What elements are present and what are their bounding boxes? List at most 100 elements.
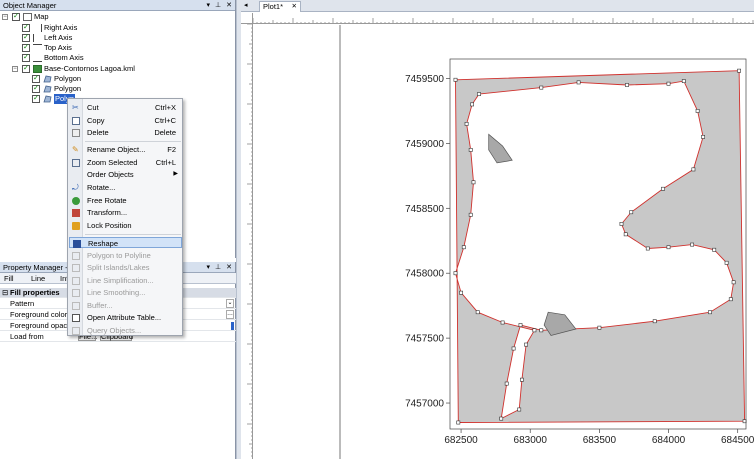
vertex-handle[interactable] [464,122,469,126]
tree-item-bottom-axis[interactable]: Bottom Axis [2,52,232,63]
collapse-icon[interactable]: ⊟ [2,288,8,298]
menu-item-polygon-to-polyline[interactable]: Polygon to Polyline [69,250,182,261]
vertex-handle[interactable] [468,148,473,152]
vertex-handle[interactable] [652,319,657,324]
left-axis-checkbox[interactable] [22,32,30,42]
vertex-handle[interactable] [539,85,544,90]
more-icon[interactable]: … [226,310,234,319]
island-polygon-1[interactable] [488,133,513,164]
menu-item-zoom-selected[interactable]: Zoom Selected Ctrl+L [69,157,182,168]
vertex-handle[interactable] [519,377,524,382]
menu-item-order-objects[interactable]: Order Objects ▶ [69,169,182,180]
menu-item-buffer[interactable]: Buffer... [69,300,182,311]
vertex-handle[interactable] [691,167,696,172]
selected-polygon[interactable] [455,70,746,423]
close-icon[interactable]: ✕ [226,0,232,11]
plot-canvas[interactable]: 682500 683000 683500 684000 684500 7459500 745… [254,25,754,459]
vertex-handle[interactable] [453,77,458,82]
vertex-handle[interactable] [666,81,671,86]
vertex-handle[interactable] [724,260,729,265]
collapse-icon[interactable]: − [12,66,18,72]
menu-item-transform[interactable]: Transform... [69,207,182,218]
vertex-handle[interactable] [701,135,706,139]
menu-item-line-simplification[interactable]: Line Simplification... [69,275,182,286]
vertex-handle[interactable] [518,323,523,328]
vertex-handle[interactable] [468,212,473,217]
polygon-checkbox[interactable] [32,83,40,93]
vertex-handle[interactable] [597,325,602,330]
vertex-handle[interactable] [661,186,665,191]
tree-item-top-axis[interactable]: Top Axis [2,42,232,53]
vertex-handle[interactable] [511,346,516,351]
menu-item-copy[interactable]: Copy Ctrl+C [69,115,182,126]
vertex-handle[interactable] [576,80,581,85]
menu-item-reshape[interactable]: Reshape [69,237,182,248]
vertex-handle[interactable] [539,328,544,333]
vertex-handle[interactable] [645,246,650,251]
tab-plot1[interactable]: Plot1* ✕ [259,1,301,12]
vertex-handle[interactable] [461,245,466,250]
x-tick-label: 682500 [444,435,478,446]
vertex-handle[interactable] [504,381,509,386]
vertex-handle[interactable] [708,310,712,315]
vertex-handle[interactable] [477,92,481,97]
top-axis-checkbox[interactable] [22,42,30,52]
vertex-handle[interactable] [629,210,634,215]
vertex-handle[interactable] [619,222,624,226]
right-axis-checkbox[interactable] [22,22,30,32]
menu-item-free-rotate[interactable]: Free Rotate [69,195,182,206]
tree-item-left-axis[interactable]: Left Axis [2,32,232,43]
vertex-handle[interactable] [737,68,742,73]
vertex-handle[interactable] [690,242,695,247]
vertex-handle[interactable] [666,245,671,250]
menu-item-rotate[interactable]: ⤾ Rotate... [69,182,182,193]
menu-item-delete[interactable]: Delete Delete [69,127,182,138]
panel-dropdown-icon[interactable]: ▾ [207,0,211,11]
panel-dropdown-icon[interactable]: ▾ [207,262,211,273]
vertex-handle[interactable] [459,290,464,295]
vertex-handle[interactable] [731,280,736,285]
vertex-handle[interactable] [453,271,458,276]
tree-item-map[interactable]: − Map [2,11,232,22]
polygon-checkbox[interactable] [32,73,40,83]
vertex-handle[interactable] [470,102,475,107]
tab-fill[interactable]: Fill [4,274,14,283]
vertex-handle[interactable] [475,310,480,315]
vertex-handle[interactable] [532,328,537,333]
dropdown-icon[interactable]: ⌄ [226,299,234,308]
vertex-handle[interactable] [499,416,504,421]
menu-item-split-islands[interactable]: Split Islands/Lakes [69,262,182,273]
opacity-slider-thumb[interactable] [231,322,234,330]
pin-icon[interactable]: ⊥ [215,0,221,11]
bottom-axis-checkbox[interactable] [22,52,30,62]
vertex-handle[interactable] [500,320,505,325]
polygon-checkbox[interactable] [32,93,40,103]
menu-item-open-attribute-table[interactable]: Open Attribute Table... [69,312,182,323]
vertex-handle[interactable] [712,247,717,252]
lock-icon [72,222,80,230]
vertex-handle[interactable] [681,79,686,84]
tree-item-right-axis[interactable]: Right Axis [2,22,232,33]
vertex-handle[interactable] [728,297,733,302]
map-layer[interactable] [453,68,747,425]
menu-item-rename-object[interactable]: ✎ Rename Object... F2 [69,144,182,155]
vertex-handle[interactable] [623,232,628,237]
kml-layer-checkbox[interactable] [22,63,30,73]
menu-item-query-objects[interactable]: Query Objects... [69,325,182,336]
vertex-handle[interactable] [456,420,461,425]
menu-item-cut[interactable]: ✂ Cut Ctrl+X [69,102,182,113]
tab-scroll-left-icon[interactable]: ◂ [244,1,248,9]
vertex-handle[interactable] [625,83,629,87]
tab-line[interactable]: Line [31,274,45,283]
map-visibility-checkbox[interactable] [12,11,20,21]
menu-item-lock-position[interactable]: Lock Position [69,220,182,231]
menu-item-line-smoothing[interactable]: Line Smoothing... [69,287,182,298]
tab-close-icon[interactable]: ✕ [292,2,297,12]
vertex-handle[interactable] [695,109,700,113]
vertex-handle[interactable] [524,342,529,347]
close-icon[interactable]: ✕ [226,262,232,273]
collapse-icon[interactable]: − [2,14,8,20]
vertex-handle[interactable] [471,180,476,185]
pin-icon[interactable]: ⊥ [215,262,221,273]
vertex-handle[interactable] [517,407,522,412]
